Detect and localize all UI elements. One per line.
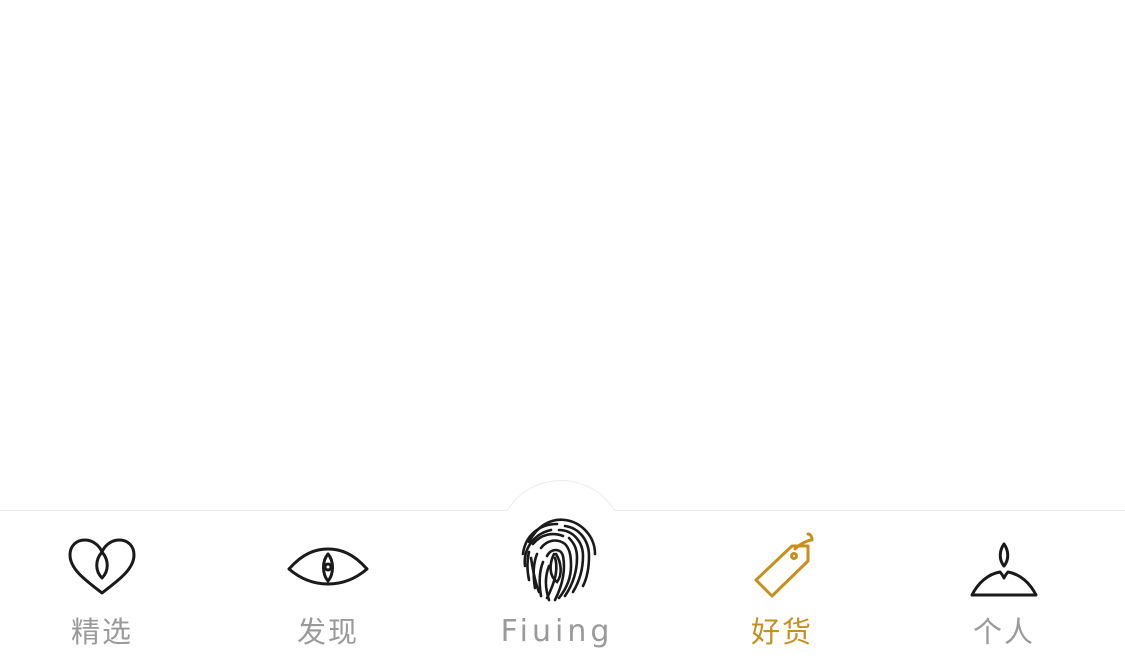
price-tag-icon bbox=[754, 532, 814, 598]
tab-featured[interactable]: 精选 bbox=[52, 510, 152, 659]
person-icon bbox=[970, 542, 1038, 597]
tab-fiuing[interactable]: Fiuing bbox=[501, 510, 609, 659]
heart-icon bbox=[68, 538, 136, 595]
tab-discover[interactable]: 发现 bbox=[278, 510, 378, 659]
app-screen: 精选 发现 Fiuing 好货 个人 bbox=[0, 0, 1125, 659]
fingerprint-icon bbox=[521, 518, 597, 602]
tab-goods-label: 好货 bbox=[750, 615, 814, 649]
tab-fiuing-label: Fiuing bbox=[500, 614, 614, 649]
content-area bbox=[0, 0, 1125, 510]
tab-featured-label: 精选 bbox=[70, 615, 134, 649]
tab-discover-label: 发现 bbox=[296, 615, 360, 649]
eye-icon bbox=[287, 547, 369, 586]
tab-profile-label: 个人 bbox=[972, 615, 1036, 649]
tab-profile[interactable]: 个人 bbox=[954, 510, 1054, 659]
tab-goods[interactable]: 好货 bbox=[732, 510, 832, 659]
